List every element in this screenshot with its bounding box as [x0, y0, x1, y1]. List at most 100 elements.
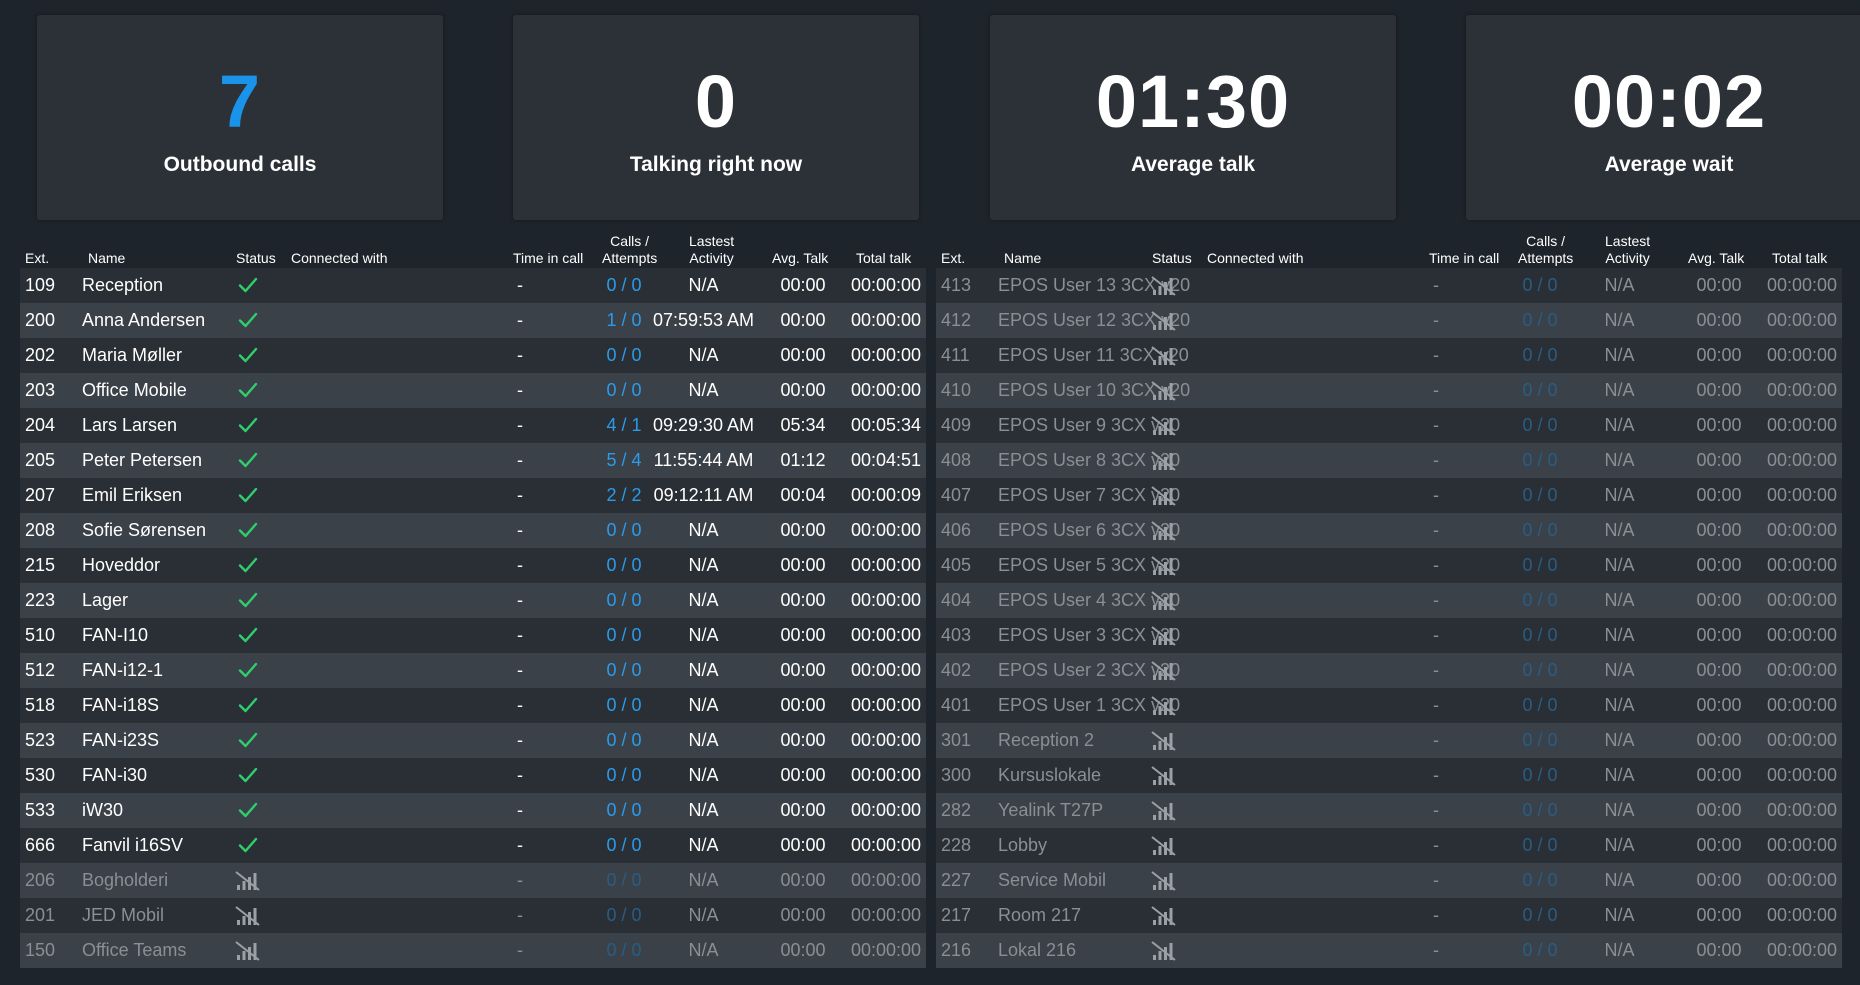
cell-calls-attempts-link[interactable]: 0 / 0 — [596, 758, 652, 793]
cell-calls-attempts-link[interactable]: 0 / 0 — [1512, 828, 1568, 863]
table-row[interactable]: 204 Lars Larsen - 4 / 1 09:29:30 AM 05:34 00:0… — [20, 408, 926, 443]
cell-last-activity: N/A — [1604, 660, 1635, 680]
cell-calls-attempts-link[interactable]: 0 / 0 — [1512, 338, 1568, 373]
table-row[interactable]: 202 Maria Møller - 0 / 0 N/A 00:00 00:00:00 — [20, 338, 926, 373]
table-row[interactable]: 666 Fanvil i16SV - 0 / 0 N/A 00:00 00:00:00 — [20, 828, 926, 863]
table-row[interactable]: 405 EPOS User 5 3CX v20-0 / 0 N/A 00:00 00:0… — [936, 548, 1842, 583]
cell-calls-attempts-link[interactable]: 0 / 0 — [1512, 583, 1568, 618]
table-row[interactable]: 217 Room 217 - 0 / 0 N/A 00:00 00:00:00 — [936, 898, 1842, 933]
table-row[interactable]: 406 EPOS User 6 3CX v20-0 / 0 N/A 00:00 00:0… — [936, 513, 1842, 548]
cell-time-in-call: - — [517, 380, 523, 400]
table-row[interactable]: 510 FAN-I10 - 0 / 0 N/A 00:00 00:00:00 — [20, 618, 926, 653]
table-row[interactable]: 282 Yealink T27P - 0 / 0 N/A 00:00 00:00:00 — [936, 793, 1842, 828]
col-header-line: Activity — [1605, 250, 1650, 266]
cell-calls-attempts-link[interactable]: 0 / 0 — [596, 898, 652, 933]
cell-time-in-call: - — [517, 765, 523, 785]
table-row[interactable]: 402 EPOS User 2 3CX v20-0 / 0 N/A 00:00 00:0… — [936, 653, 1842, 688]
cell-calls-attempts-link[interactable]: 1 / 0 — [596, 303, 652, 338]
table-row[interactable]: 109 Reception - 0 / 0 N/A 00:00 00:00:00 — [20, 268, 926, 303]
cell-calls-attempts-link[interactable]: 0 / 0 — [1512, 758, 1568, 793]
cell-ext: 530 — [25, 765, 56, 785]
cell-last-activity: N/A — [688, 870, 719, 890]
cell-calls-attempts-link[interactable]: 0 / 0 — [1512, 443, 1568, 478]
cell-calls-attempts-link[interactable]: 0 / 0 — [1512, 793, 1568, 828]
cell-status — [1149, 688, 1179, 723]
cell-last-activity: 11:55:44 AM — [653, 450, 754, 470]
table-row[interactable]: 216 Lokal 216 - 0 / 0 N/A 00:00 00:00:00 — [936, 933, 1842, 968]
cell-total-talk: 00:00:00 — [850, 625, 922, 645]
table-row[interactable]: 409 EPOS User 9 3CX v20-0 / 0 N/A 00:00 00:0… — [936, 408, 1842, 443]
cell-calls-attempts-link[interactable]: 2 / 2 — [596, 478, 652, 513]
stat-label: Talking right now — [629, 153, 803, 176]
table-row[interactable]: 215 Hoveddor - 0 / 0 N/A 00:00 00:00:00 — [20, 548, 926, 583]
cell-calls-attempts-link[interactable]: 0 / 0 — [1512, 618, 1568, 653]
table-row[interactable]: 413 EPOS User 13 3CX v20-0 / 0 N/A 00:00 00:… — [936, 268, 1842, 303]
table-row[interactable]: 407 EPOS User 7 3CX v20-0 / 0 N/A 00:00 00:0… — [936, 478, 1842, 513]
cell-calls-attempts-link[interactable]: 0 / 0 — [1512, 513, 1568, 548]
cell-calls-attempts-link[interactable]: 0 / 0 — [1512, 688, 1568, 723]
cell-calls-attempts-link[interactable]: 0 / 0 — [596, 268, 652, 303]
table-row[interactable]: 533 iW30 - 0 / 0 N/A 00:00 00:00:00 — [20, 793, 926, 828]
table-row[interactable]: 530 FAN-i30 - 0 / 0 N/A 00:00 00:00:00 — [20, 758, 926, 793]
table-row[interactable]: 518 FAN-i18S - 0 / 0 N/A 00:00 00:00:00 — [20, 688, 926, 723]
cell-calls-attempts-link[interactable]: 0 / 0 — [1512, 863, 1568, 898]
cell-last-activity: N/A — [1604, 345, 1635, 365]
cell-calls-attempts-link[interactable]: 0 / 0 — [596, 618, 652, 653]
table-row[interactable]: 512 FAN-i12-1 - 0 / 0 N/A 00:00 00:00:00 — [20, 653, 926, 688]
cell-calls-attempts-link[interactable]: 0 / 0 — [1512, 548, 1568, 583]
cell-calls-attempts-link[interactable]: 0 / 0 — [1512, 303, 1568, 338]
table-row[interactable]: 201 JED Mobil - 0 / 0 N/A 00:00 00:00:00 — [20, 898, 926, 933]
cell-last-activity: N/A — [688, 835, 719, 855]
table-row[interactable]: 208 Sofie Sørensen - 0 / 0 N/A 00:00 00:00:00 — [20, 513, 926, 548]
cell-time-in-call: - — [517, 870, 523, 890]
table-row[interactable]: 200 Anna Andersen - 1 / 0 07:59:53 AM 00:00 00… — [20, 303, 926, 338]
cell-calls-attempts-link[interactable]: 0 / 0 — [596, 863, 652, 898]
cell-calls-attempts-link[interactable]: 0 / 0 — [596, 373, 652, 408]
cell-calls-attempts-link[interactable]: 0 / 0 — [1512, 373, 1568, 408]
cell-calls-attempts-link[interactable]: 0 / 0 — [596, 828, 652, 863]
cell-calls-attempts-link[interactable]: 0 / 0 — [596, 548, 652, 583]
cell-calls-attempts-link[interactable]: 0 / 0 — [1512, 723, 1568, 758]
cell-calls-attempts-link[interactable]: 0 / 0 — [596, 793, 652, 828]
cell-calls-attempts-link[interactable]: 0 / 0 — [596, 688, 652, 723]
table-row[interactable]: 227 Service Mobil - 0 / 0 N/A 00:00 00:00:00 — [936, 863, 1842, 898]
check-icon — [238, 697, 258, 713]
cell-time-in-call: - — [517, 590, 523, 610]
table-row[interactable]: 206 Bogholderi - 0 / 0 N/A 00:00 00:00:00 — [20, 863, 926, 898]
cell-calls-attempts-link[interactable]: 0 / 0 — [596, 723, 652, 758]
cell-avg-talk: 00:00 — [780, 520, 826, 540]
table-row[interactable]: 410 EPOS User 10 3CX v20-0 / 0 N/A 00:00 00:… — [936, 373, 1842, 408]
table-row[interactable]: 404 EPOS User 4 3CX v20-0 / 0 N/A 00:00 00:0… — [936, 583, 1842, 618]
cell-calls-attempts-link[interactable]: 0 / 0 — [1512, 478, 1568, 513]
table-row[interactable]: 205 Peter Petersen - 5 / 4 11:55:44 AM 01:12 0… — [20, 443, 926, 478]
table-row[interactable]: 403 EPOS User 3 3CX v20-0 / 0 N/A 00:00 00:0… — [936, 618, 1842, 653]
cell-calls-attempts-link[interactable]: 5 / 4 — [596, 443, 652, 478]
cell-calls-attempts-link[interactable]: 0 / 0 — [596, 513, 652, 548]
cell-calls-attempts-link[interactable]: 0 / 0 — [1512, 898, 1568, 933]
cell-total-talk: 00:00:00 — [1766, 590, 1838, 610]
cell-avg-talk: 00:00 — [780, 940, 826, 960]
table-row[interactable]: 150 Office Teams - 0 / 0 N/A 00:00 00:00:00 — [20, 933, 926, 968]
table-row[interactable]: 411 EPOS User 11 3CX v20-0 / 0 N/A 00:00 00:… — [936, 338, 1842, 373]
cell-time-in-call: - — [517, 450, 523, 470]
table-row[interactable]: 207 Emil Eriksen - 2 / 2 09:12:11 AM 00:04 00:… — [20, 478, 926, 513]
cell-total-talk: 00:00:00 — [850, 310, 922, 330]
table-row[interactable]: 228 Lobby - 0 / 0 N/A 00:00 00:00:00 — [936, 828, 1842, 863]
table-row[interactable]: 203 Office Mobile - 0 / 0 N/A 00:00 00:00:00 — [20, 373, 926, 408]
table-row[interactable]: 408 EPOS User 8 3CX v20-0 / 0 N/A 00:00 00:0… — [936, 443, 1842, 478]
table-row[interactable]: 401 EPOS User 1 3CX v20-0 / 0 N/A 00:00 00:0… — [936, 688, 1842, 723]
table-row[interactable]: 412 EPOS User 12 3CX v20-0 / 0 N/A 00:00 00:… — [936, 303, 1842, 338]
cell-calls-attempts-link[interactable]: 0 / 0 — [596, 583, 652, 618]
cell-calls-attempts-link[interactable]: 0 / 0 — [596, 933, 652, 968]
cell-calls-attempts-link[interactable]: 0 / 0 — [1512, 268, 1568, 303]
cell-calls-attempts-link[interactable]: 0 / 0 — [596, 653, 652, 688]
table-row[interactable]: 301 Reception 2 - 0 / 0 N/A 00:00 00:00:00 — [936, 723, 1842, 758]
table-row[interactable]: 223 Lager - 0 / 0 N/A 00:00 00:00:00 — [20, 583, 926, 618]
cell-calls-attempts-link[interactable]: 4 / 1 — [596, 408, 652, 443]
table-row[interactable]: 523 FAN-i23S - 0 / 0 N/A 00:00 00:00:00 — [20, 723, 926, 758]
table-row[interactable]: 300 Kursuslokale - 0 / 0 N/A 00:00 00:00:00 — [936, 758, 1842, 793]
cell-calls-attempts-link[interactable]: 0 / 0 — [1512, 408, 1568, 443]
cell-calls-attempts-link[interactable]: 0 / 0 — [1512, 653, 1568, 688]
cell-calls-attempts-link[interactable]: 0 / 0 — [596, 338, 652, 373]
cell-calls-attempts-link[interactable]: 0 / 0 — [1512, 933, 1568, 968]
